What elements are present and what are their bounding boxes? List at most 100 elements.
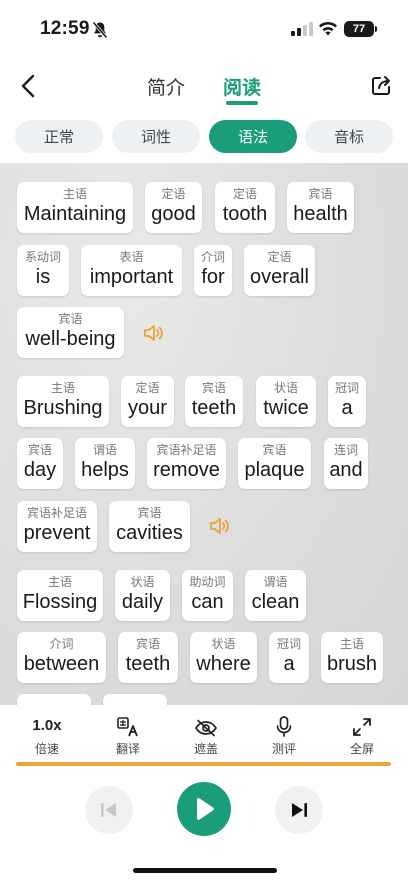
word-chip[interactable]: 介词 for [194,245,232,296]
word-text: helps [81,459,129,481]
grammar-tag: 宾语补足语 [26,506,87,520]
word-chip[interactable]: 谓语 helps [75,438,135,489]
status-time: 12:59 [40,18,90,39]
word-text: clean [251,591,300,613]
grammar-tag: 主语 [62,187,87,201]
grammar-tag: 宾语 [201,381,226,395]
grammar-tag: 定语 [161,187,186,201]
fullscreen-label: 全屏 [349,742,374,756]
word-text: day [23,459,57,481]
reading-toolbar: 1.0x 倍速 翻译 遮盖 测评 全屏 [0,705,408,761]
word-chip[interactable]: 宾语 health [287,182,354,233]
evaluate-button[interactable]: 测评 [259,715,309,757]
grammar-tag: 宾语 [27,443,52,457]
signal-icon [291,22,313,36]
word-chip[interactable]: 主语 Maintaining [17,182,133,233]
word-chip[interactable]: 冠词 a [328,376,366,427]
word-text: daily [121,591,164,613]
word-text: Maintaining [23,203,127,225]
share-button[interactable] [367,72,395,100]
word-chip[interactable]: 系动词 is [17,245,69,296]
word-chip[interactable]: 冠词 a [269,632,309,683]
word-text: and [329,459,363,481]
back-button[interactable] [14,72,42,100]
grammar-tag: 冠词 [276,637,301,651]
word-text: a [341,397,353,419]
tab-intro[interactable]: 简介 [147,73,185,100]
word-chip[interactable]: 宾语 plaque [238,438,311,489]
word-text: teeth [125,653,171,675]
grammar-tag: 状语 [273,381,298,395]
skip-previous-icon [101,803,116,817]
grammar-tag: 定语 [135,381,160,395]
word-chip[interactable]: 定语 your [121,376,174,427]
grammar-tag: 谓语 [263,575,288,589]
speaker-icon[interactable] [209,516,231,536]
word-chip[interactable] [17,694,91,705]
grammar-tag: 谓语 [92,443,117,457]
word-chip[interactable]: 定语 overall [244,245,315,296]
word-chip[interactable]: 主语 Flossing [17,570,103,621]
grammar-tag: 主语 [339,637,364,651]
bell-off-icon [92,21,108,39]
next-button[interactable] [275,786,323,834]
word-chip[interactable]: 主语 Brushing [17,376,109,427]
word-chip[interactable]: 表语 important [81,245,182,296]
grammar-tag: 状语 [130,575,155,589]
word-text: is [35,266,51,288]
mode-grammar[interactable]: 语法 [209,120,297,153]
mode-phonetic[interactable]: 音标 [305,120,393,153]
word-text: well-being [25,328,116,350]
word-chip[interactable]: 宾语 cavities [109,501,190,552]
grammar-tag: 定语 [267,250,292,264]
cover-label: 遮盖 [193,742,218,756]
word-chip[interactable]: 主语 brush [321,632,383,683]
grammar-tag: 介词 [49,637,74,651]
mode-part-of-speech[interactable]: 词性 [112,120,200,153]
active-tab-indicator [226,101,258,105]
word-text: remove [153,459,220,481]
speaker-icon[interactable] [143,323,165,343]
grammar-tag: 连词 [333,443,358,457]
word-text: for [201,266,225,288]
word-chip[interactable]: 宾语 teeth [118,632,178,683]
play-icon [197,797,214,820]
speed-label: 倍速 [34,742,59,756]
grammar-tag: 宾语 [262,443,287,457]
word-text: important [89,266,174,288]
grammar-tag: 定语 [232,187,257,201]
word-chip[interactable]: 连词 and [324,438,368,489]
word-chip[interactable]: 谓语 clean [245,570,306,621]
translate-label: 翻译 [115,742,140,756]
grammar-tag: 冠词 [334,381,359,395]
word-chip[interactable]: 宾语 well-being [17,307,124,358]
word-chip[interactable]: 定语 good [145,182,202,233]
word-chip[interactable]: 宾语 day [17,438,63,489]
word-chip[interactable]: 状语 twice [256,376,316,427]
translate-button[interactable]: 翻译 [103,715,153,757]
word-chip[interactable]: 介词 between [17,632,106,683]
grammar-tag: 介词 [200,250,225,264]
fullscreen-icon [353,718,371,736]
word-chip[interactable]: 状语 where [190,632,257,683]
word-chip[interactable] [103,694,167,705]
battery-tip [375,26,377,32]
tab-reading[interactable]: 阅读 [223,73,261,100]
previous-button[interactable] [85,786,133,834]
eye-off-icon [195,719,217,737]
word-chip[interactable]: 定语 tooth [215,182,275,233]
word-text: prevent [23,522,91,544]
word-chip[interactable]: 宾语补足语 remove [147,438,226,489]
word-chip[interactable]: 状语 daily [115,570,170,621]
mode-normal[interactable]: 正常 [15,120,103,153]
play-button[interactable] [177,782,231,836]
skip-next-icon [292,803,307,817]
word-chip[interactable]: 助动词 can [182,570,233,621]
word-chip[interactable]: 宾语 teeth [185,376,243,427]
fullscreen-button[interactable]: 全屏 [337,715,387,757]
word-chip[interactable]: 宾语补足语 prevent [17,501,97,552]
playback-progress-bar[interactable] [16,762,391,766]
word-text: plaque [244,459,305,481]
cover-button[interactable]: 遮盖 [181,715,231,757]
speed-button[interactable]: 1.0x 倍速 [22,715,72,757]
